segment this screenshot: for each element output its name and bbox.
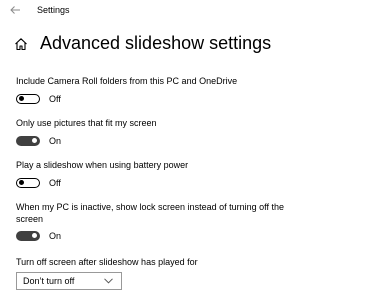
- page-title: Advanced slideshow settings: [40, 33, 272, 53]
- setting-label: Include Camera Roll folders from this PC…: [16, 76, 238, 86]
- window-title: Settings: [37, 5, 70, 15]
- setting-label: Turn off screen after slideshow has play…: [16, 257, 198, 267]
- setting-camera-roll: Include Camera Roll folders from this PC…: [16, 75, 336, 104]
- battery-power-toggle-row[interactable]: Off: [16, 177, 61, 189]
- toggle-knob: [19, 96, 24, 102]
- back-arrow-icon[interactable]: [9, 4, 21, 16]
- setting-label: Only use pictures that fit my screen: [16, 118, 157, 128]
- setting-screen-off: Turn off screen after slideshow has play…: [16, 256, 336, 290]
- setting-label: Play a slideshow when using battery powe…: [16, 160, 189, 170]
- setting-battery-power: Play a slideshow when using battery powe…: [16, 159, 336, 188]
- toggle-state-label: Off: [49, 178, 61, 188]
- home-icon: [15, 38, 27, 51]
- battery-power-toggle[interactable]: [16, 178, 40, 188]
- setting-lock-screen: When my PC is inactive, show lock screen…: [16, 201, 301, 241]
- toggle-knob: [32, 138, 37, 144]
- toggle-state-label: On: [49, 136, 62, 146]
- fit-screen-toggle[interactable]: [16, 136, 40, 146]
- lock-screen-toggle-row[interactable]: On: [16, 230, 61, 242]
- camera-roll-toggle[interactable]: [16, 94, 40, 104]
- setting-label: When my PC is inactive, show lock screen…: [16, 202, 284, 224]
- title-bar: Settings: [0, 0, 374, 22]
- dropdown-selected-value: Don’t turn off: [23, 276, 75, 286]
- toggle-knob: [32, 233, 37, 239]
- toggle-state-label: On: [49, 231, 62, 241]
- lock-screen-toggle[interactable]: [16, 231, 40, 241]
- fit-screen-toggle-row[interactable]: On: [16, 135, 61, 147]
- screen-off-dropdown[interactable]: Don’t turn off: [16, 272, 122, 290]
- chevron-down-icon: [104, 278, 113, 284]
- camera-roll-toggle-row[interactable]: Off: [16, 93, 61, 105]
- toggle-state-label: Off: [49, 94, 61, 104]
- setting-fit-screen: Only use pictures that fit my screen On: [16, 117, 336, 146]
- toggle-knob: [19, 180, 24, 186]
